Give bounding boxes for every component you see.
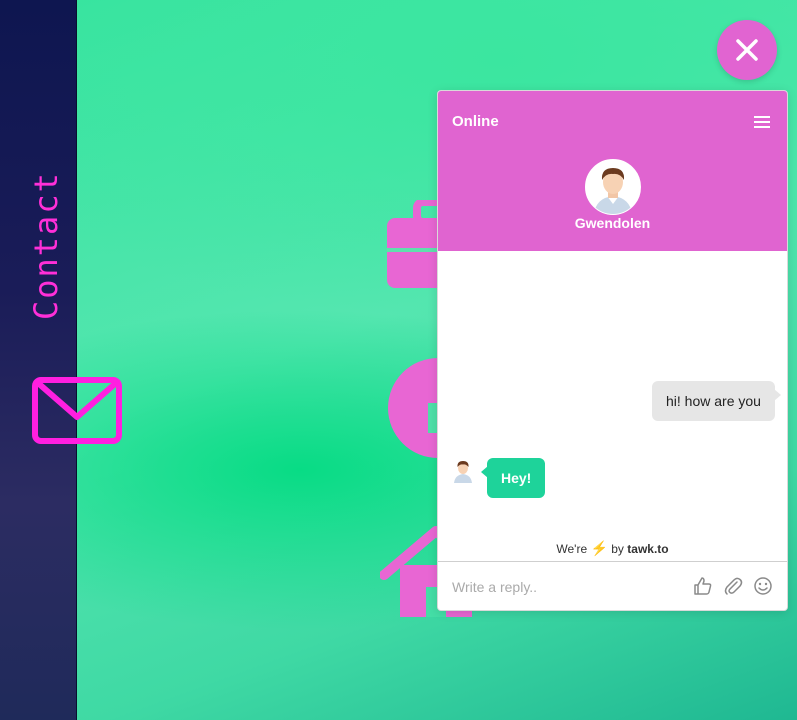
menu-icon[interactable] bbox=[754, 115, 770, 129]
lightning-icon: ⚡ bbox=[590, 540, 608, 556]
agent-message: Hey! bbox=[480, 458, 546, 498]
close-icon bbox=[736, 39, 758, 61]
chat-header: Online Gwendolen bbox=[438, 91, 787, 251]
branding-prefix: We're bbox=[556, 542, 588, 556]
chat-widget: Online Gwendolen hi! how are you Hey! We… bbox=[437, 90, 788, 611]
agent-avatar bbox=[585, 159, 641, 215]
paperclip-icon[interactable] bbox=[723, 576, 743, 596]
branding-by: by bbox=[611, 542, 624, 556]
contact-label[interactable]: Contact bbox=[26, 171, 66, 320]
contact-sidebar: Contact bbox=[0, 0, 77, 720]
close-chat-button[interactable] bbox=[717, 20, 777, 80]
chat-status: Online bbox=[452, 113, 499, 130]
reply-input[interactable] bbox=[450, 574, 674, 600]
thumbs-up-icon[interactable] bbox=[693, 576, 713, 596]
agent-name: Gwendolen bbox=[574, 215, 651, 231]
mail-icon[interactable] bbox=[32, 377, 124, 445]
branding[interactable]: We're ⚡ by tawk.to bbox=[438, 540, 787, 557]
smiley-icon[interactable] bbox=[753, 576, 773, 596]
branding-brand[interactable]: tawk.to bbox=[627, 542, 668, 556]
visitor-message: hi! how are you bbox=[652, 381, 781, 421]
reply-bar bbox=[438, 561, 787, 610]
agent-message-avatar bbox=[454, 461, 472, 483]
